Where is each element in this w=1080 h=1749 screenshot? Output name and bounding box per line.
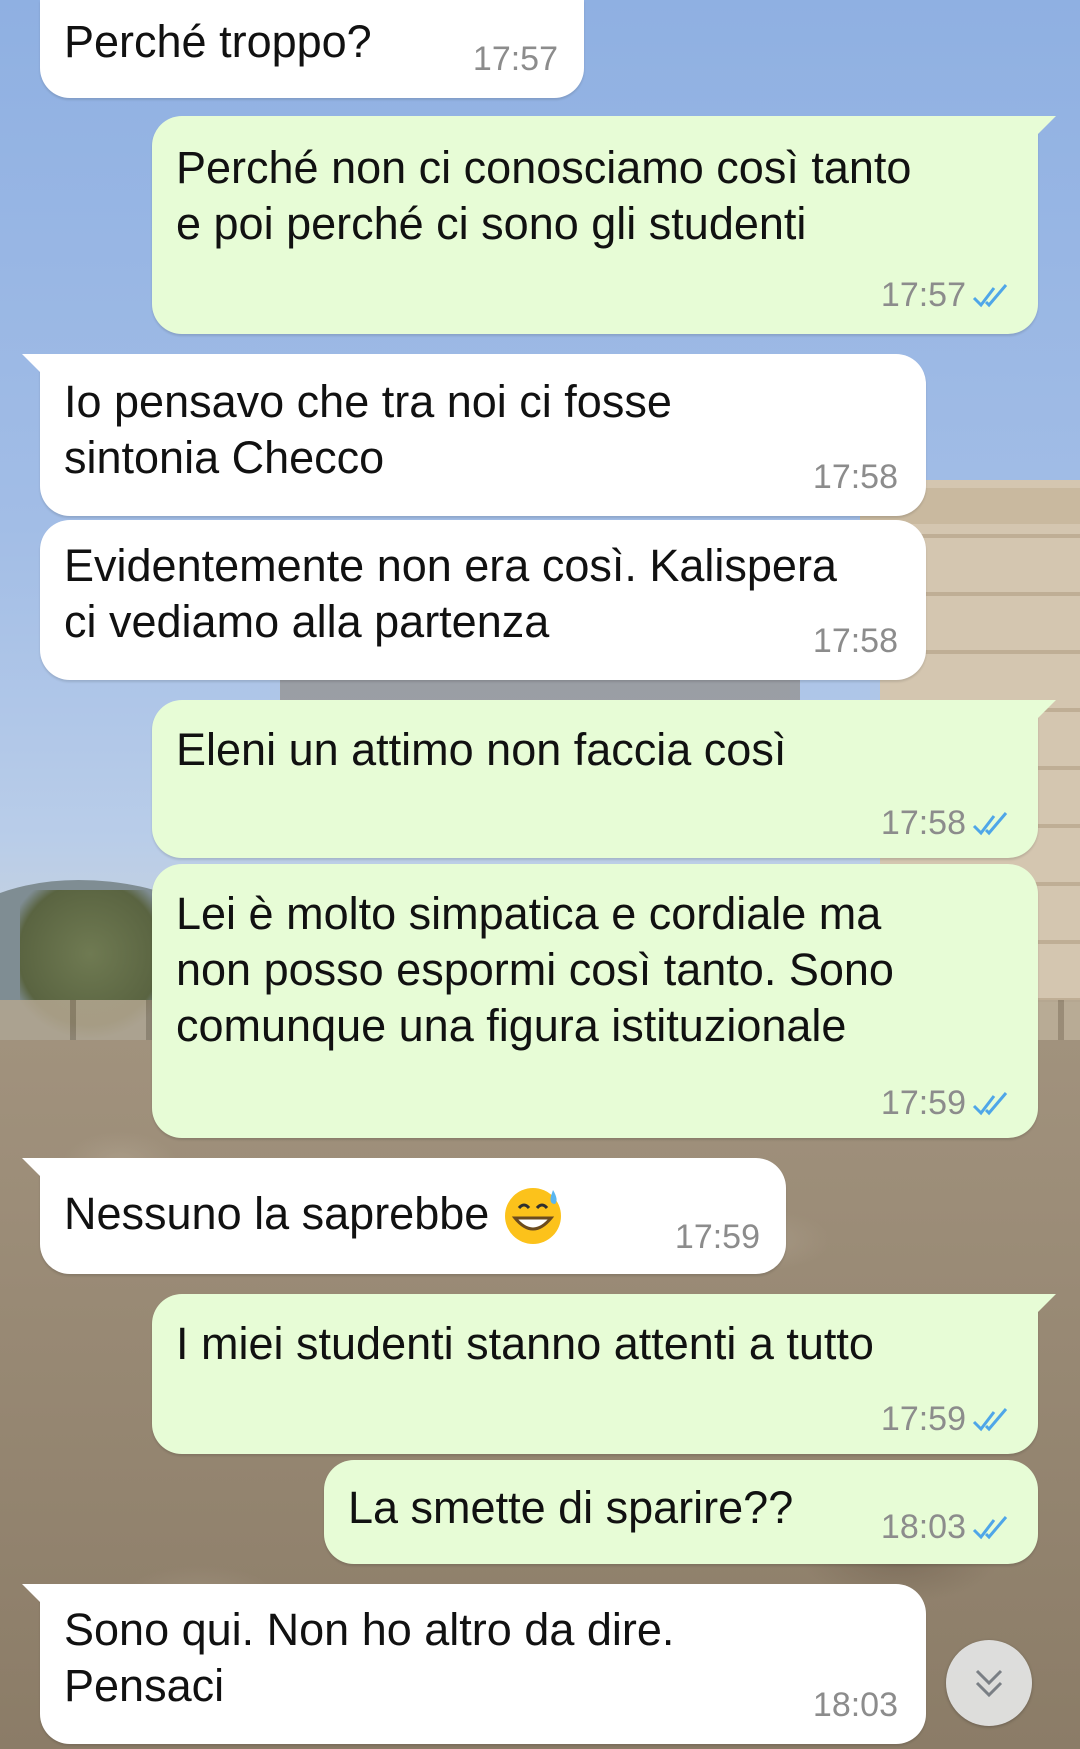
- message-time: 17:58: [812, 622, 898, 660]
- message-time: 17:57: [881, 276, 1014, 315]
- read-receipt-icon: [972, 811, 1008, 835]
- message-time: 17:57: [472, 40, 558, 78]
- read-receipt-icon: [972, 1515, 1008, 1539]
- outgoing-message[interactable]: I miei studenti stanno attenti a tutto 1…: [152, 1294, 1056, 1454]
- message-text: Lei è molto simpatica e cordiale ma non …: [176, 888, 894, 1051]
- message-text-content: Nessuno la saprebbe: [64, 1188, 490, 1239]
- grinning-face-with-sweat-icon: [505, 1188, 562, 1244]
- read-receipt-icon: [972, 1407, 1008, 1431]
- incoming-message[interactable]: Evidentemente non era così. Kalispera ci…: [40, 520, 926, 680]
- incoming-message[interactable]: Perché troppo? 17:57: [40, 0, 584, 98]
- incoming-message[interactable]: Io pensavo che tra noi ci fosse sintonia…: [22, 354, 926, 516]
- message-time: 17:59: [881, 1084, 1014, 1123]
- message-time: 17:59: [881, 1400, 1014, 1439]
- incoming-message[interactable]: Sono qui. Non ho altro da dire. Pensaci …: [22, 1584, 926, 1744]
- message-text: Perché troppo?: [64, 16, 372, 67]
- scroll-to-bottom-button[interactable]: [946, 1640, 1032, 1726]
- message-text: I miei studenti stanno attenti a tutto: [176, 1318, 874, 1369]
- outgoing-message[interactable]: La smette di sparire?? 18:03: [324, 1460, 1038, 1564]
- message-time: 17:59: [674, 1218, 760, 1256]
- message-text: Eleni un attimo non faccia così: [176, 724, 787, 775]
- outgoing-message[interactable]: Perché non ci conosciamo così tanto e po…: [152, 116, 1056, 334]
- message-text: Perché non ci conosciamo così tanto e po…: [176, 142, 912, 249]
- read-receipt-icon: [972, 283, 1008, 307]
- message-text: La smette di sparire??: [348, 1482, 794, 1533]
- message-text: Nessuno la saprebbe: [64, 1182, 565, 1246]
- message-list[interactable]: Perché troppo? 17:57 Perché non ci conos…: [0, 0, 1080, 1749]
- message-text: Evidentemente non era così. Kalispera ci…: [64, 540, 837, 647]
- message-text: Sono qui. Non ho altro da dire. Pensaci: [64, 1604, 675, 1711]
- message-text: Io pensavo che tra noi ci fosse sintonia…: [64, 376, 672, 483]
- incoming-message[interactable]: Nessuno la saprebbe 17:59: [22, 1158, 786, 1274]
- message-time: 17:58: [812, 458, 898, 496]
- message-time: 17:58: [881, 804, 1014, 843]
- outgoing-message[interactable]: Eleni un attimo non faccia così 17:58: [152, 700, 1056, 858]
- double-chevron-down-icon: [975, 1669, 1003, 1698]
- message-time: 18:03: [881, 1508, 1014, 1547]
- outgoing-message[interactable]: Lei è molto simpatica e cordiale ma non …: [152, 864, 1038, 1138]
- message-time: 18:03: [812, 1686, 898, 1724]
- read-receipt-icon: [972, 1091, 1008, 1115]
